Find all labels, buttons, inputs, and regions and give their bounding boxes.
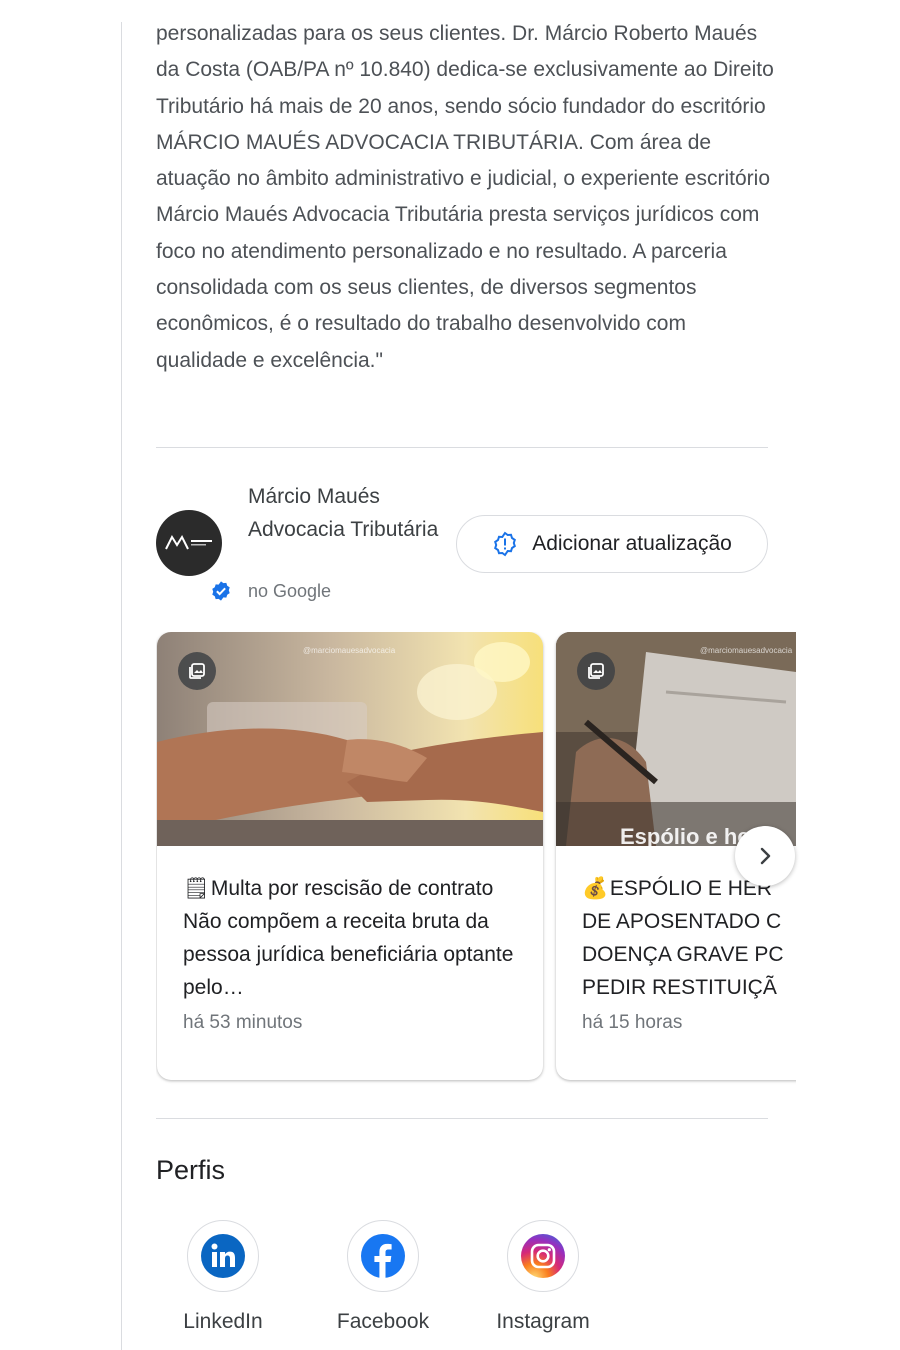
post-image[interactable]: Espólio e herd @marciomauesadvocacia — [556, 632, 796, 846]
profiles-title: Perfis — [156, 1155, 226, 1185]
section-divider — [156, 1118, 768, 1119]
post-text-body: Multa por rescisão de contrato Não compõ… — [183, 877, 514, 999]
post-card[interactable]: @marciomauesadvocacia 🗒 Multa por rescis… — [157, 632, 543, 1080]
post-text: 🗒 Multa por rescisão de contrato Não com… — [183, 872, 528, 1004]
image-watermark: @marciomauesadvocacia — [700, 646, 793, 655]
verified-badge-icon — [208, 578, 234, 604]
post-line: DE APOSENTADO C — [582, 910, 782, 933]
add-update-label: Adicionar atualização — [532, 532, 732, 555]
post-text: 💰 ESPÓLIO E HER DE APOSENTADO C DOENÇA G… — [582, 872, 796, 1004]
profile-link-facebook[interactable]: Facebook — [318, 1220, 448, 1334]
photo-gallery-icon — [577, 652, 615, 690]
post-line: PEDIR RESTITUIÇÃ — [582, 976, 777, 999]
instagram-button[interactable] — [507, 1220, 579, 1292]
business-description: personalizadas para os seus clientes. Dr… — [156, 22, 774, 372]
photo-gallery-icon — [178, 652, 216, 690]
instagram-icon — [521, 1234, 565, 1278]
section-divider — [156, 447, 768, 448]
logo-mark-icon — [165, 534, 212, 550]
chevron-right-icon — [760, 847, 771, 865]
panel-left-border — [121, 22, 122, 1350]
post-timestamp: há 53 minutos — [183, 1012, 303, 1033]
posts-carousel: @marciomauesadvocacia 🗒 Multa por rescis… — [156, 632, 796, 1087]
add-update-button[interactable]: Adicionar atualização — [456, 515, 768, 573]
facebook-icon — [361, 1234, 405, 1278]
notepad-icon: 🗒 — [183, 876, 210, 900]
profile-label[interactable]: LinkedIn — [158, 1310, 288, 1334]
business-name[interactable]: Márcio Maués Advocacia Tributária — [248, 480, 448, 546]
post-image[interactable]: @marciomauesadvocacia — [157, 632, 543, 846]
business-source: no Google — [248, 581, 332, 601]
profile-link-linkedin[interactable]: LinkedIn — [158, 1220, 288, 1334]
post-timestamp: há 15 horas — [582, 1012, 683, 1033]
image-watermark: @marciomauesadvocacia — [303, 646, 396, 655]
profile-link-instagram[interactable]: Instagram — [478, 1220, 608, 1334]
money-bag-icon: 💰 — [582, 876, 609, 900]
business-logo[interactable] — [156, 510, 234, 604]
post-line: DOENÇA GRAVE PC — [582, 943, 784, 966]
profile-label[interactable]: Instagram — [478, 1310, 608, 1334]
linkedin-icon — [201, 1234, 245, 1278]
alert-badge-icon — [494, 531, 517, 557]
carousel-next-button[interactable] — [735, 826, 795, 886]
facebook-button[interactable] — [347, 1220, 419, 1292]
linkedin-button[interactable] — [187, 1220, 259, 1292]
profile-label[interactable]: Facebook — [318, 1310, 448, 1334]
business-updates-header: Márcio Maués Advocacia Tributária no Goo… — [156, 480, 776, 610]
